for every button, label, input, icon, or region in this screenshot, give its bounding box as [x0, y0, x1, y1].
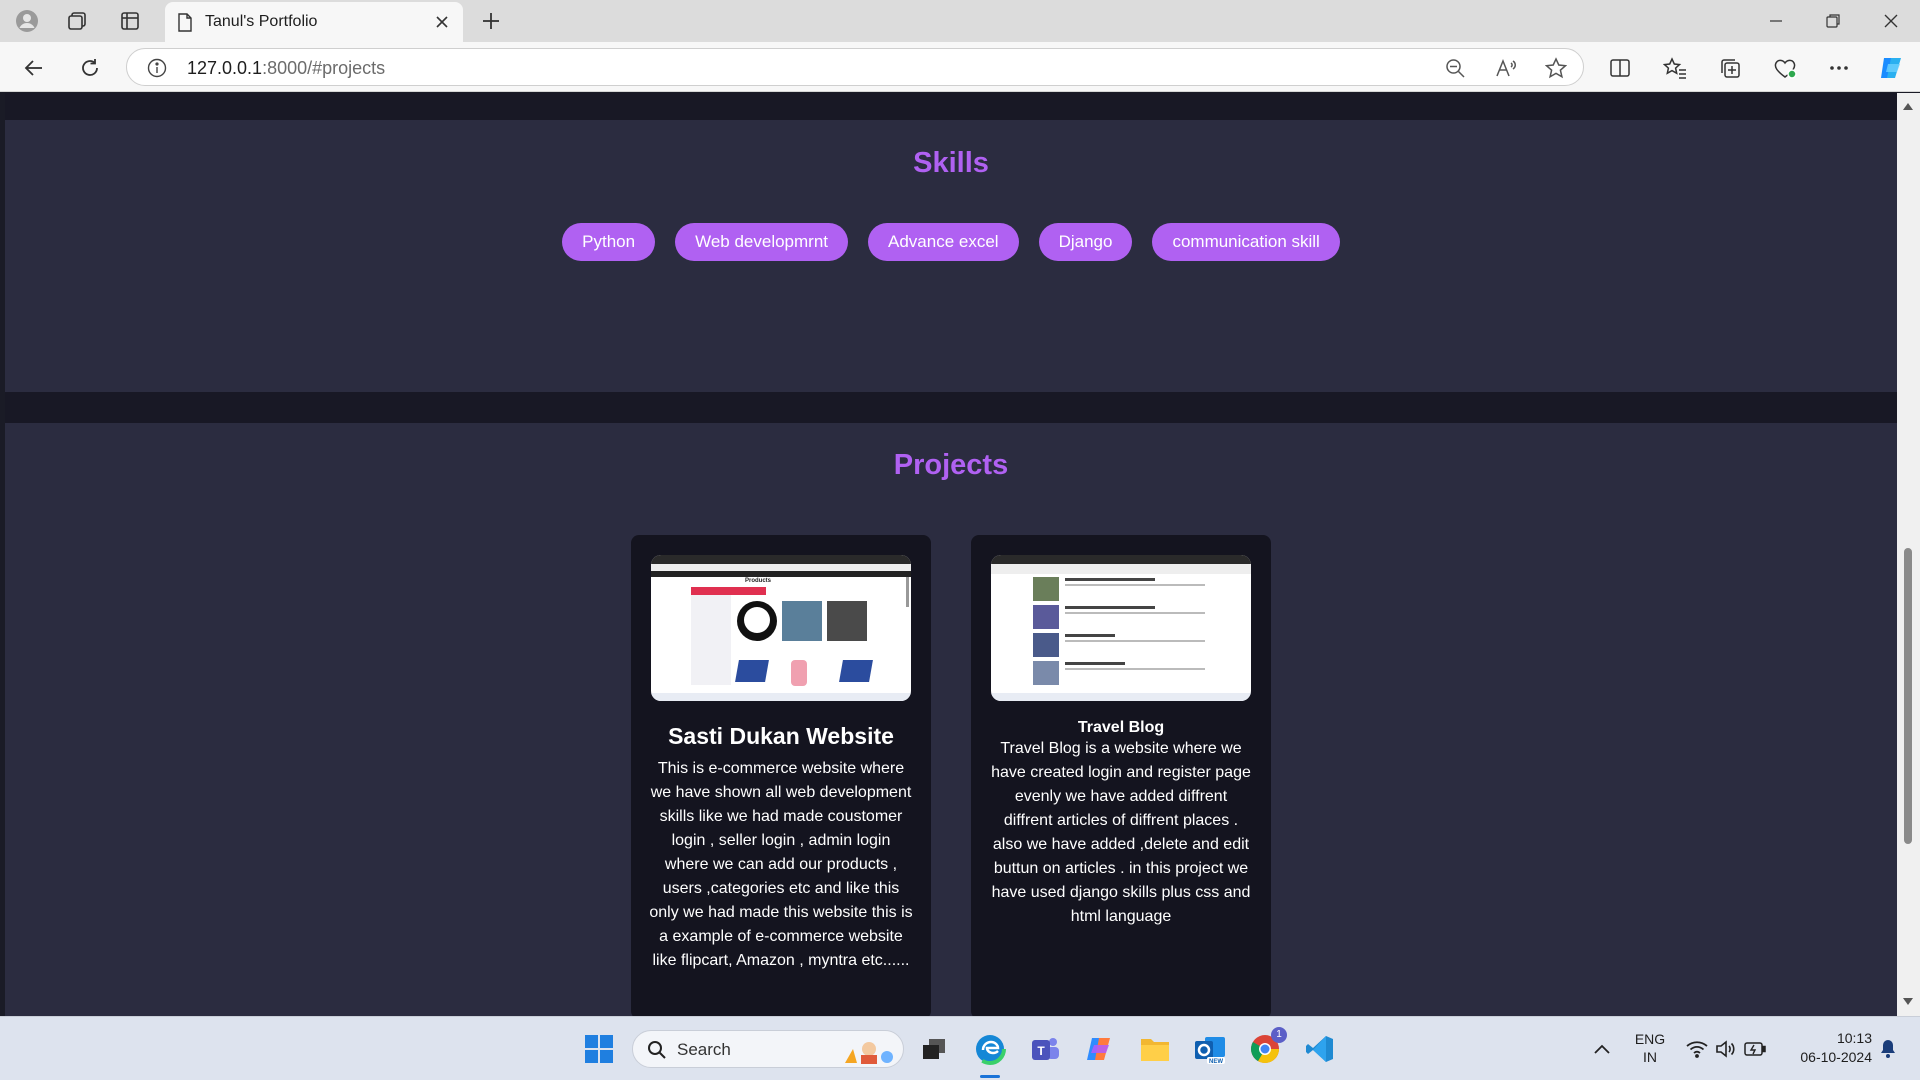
project-card: Travel Blog Travel Blog is a website whe… [971, 535, 1271, 1016]
copilot-icon[interactable] [1878, 54, 1906, 82]
svg-text:T: T [1037, 1044, 1045, 1058]
search-icon [647, 1040, 667, 1065]
search-highlight-illustration-icon [843, 1035, 895, 1070]
skill-tag: Advance excel [868, 223, 1019, 261]
task-view-icon[interactable] [916, 1031, 952, 1067]
split-screen-icon[interactable] [1606, 54, 1634, 82]
page-icon [177, 13, 193, 37]
tab-title: Tanul's Portfolio [205, 13, 318, 30]
battery-icon[interactable] [1737, 1031, 1773, 1067]
scroll-down-arrow[interactable] [1903, 998, 1913, 1005]
profile-icon[interactable] [14, 8, 40, 34]
close-window-button[interactable] [1873, 8, 1909, 34]
project-title: Travel Blog [1077, 719, 1165, 736]
site-info-icon[interactable] [147, 58, 167, 83]
new-tab-button[interactable] [478, 8, 504, 34]
refresh-button[interactable] [75, 53, 105, 83]
notification-badge: 1 [1271, 1027, 1287, 1043]
back-button[interactable] [19, 53, 49, 83]
skill-tag: communication skill [1152, 223, 1340, 261]
skill-tag: Web developmrnt [675, 223, 848, 261]
copilot-app-icon[interactable] [1082, 1031, 1118, 1067]
notification-bell-icon[interactable] [1870, 1031, 1906, 1067]
project-card: Products Sasti Dukan Website This is e-c… [631, 535, 931, 1016]
search-placeholder: Search [677, 1040, 731, 1059]
favorites-icon[interactable] [1661, 54, 1689, 82]
browser-tab-bar: Tanul's Portfolio [0, 0, 1920, 42]
more-options-icon[interactable] [1825, 54, 1853, 82]
scrollbar-thumb[interactable] [1904, 548, 1912, 844]
language-indicator[interactable]: ENG IN [1630, 1030, 1670, 1066]
browser-tab-active[interactable]: Tanul's Portfolio [165, 2, 463, 42]
project-screenshot-thumbnail [991, 555, 1251, 701]
show-hidden-icons-chevron-icon[interactable] [1584, 1031, 1620, 1067]
windows-taskbar: Search T NEW 1 ENG IN 10:13 06-10-2024 [0, 1016, 1920, 1080]
browser-toolbar: 127.0.0.1:8000/#projects [0, 42, 1920, 92]
read-aloud-icon[interactable] [1494, 56, 1518, 80]
teams-icon[interactable]: T [1027, 1031, 1063, 1067]
skill-tag: Python [562, 223, 656, 261]
workspaces-icon[interactable] [64, 8, 90, 34]
project-title: Sasti Dukan Website [668, 723, 894, 749]
vertical-tabs-icon[interactable] [117, 8, 143, 34]
address-bar[interactable]: 127.0.0.1:8000/#projects [126, 48, 1584, 86]
project-screenshot-thumbnail: Products [651, 555, 911, 701]
projects-heading: Projects [893, 449, 1009, 481]
edge-browser-icon[interactable] [972, 1031, 1008, 1067]
active-app-indicator [980, 1075, 1000, 1078]
project-description: This is e-commerce website where we have… [649, 760, 913, 969]
browser-essentials-icon[interactable] [1771, 54, 1799, 82]
page-scrollbar[interactable] [1897, 93, 1920, 1016]
collections-icon[interactable] [1716, 54, 1744, 82]
file-explorer-icon[interactable] [1137, 1031, 1173, 1067]
restore-button[interactable] [1815, 8, 1851, 34]
zoom-out-icon[interactable] [1443, 56, 1467, 80]
start-icon[interactable] [581, 1031, 617, 1067]
scroll-up-arrow[interactable] [1903, 103, 1913, 110]
project-description: Travel Blog is a website where we have c… [991, 740, 1251, 925]
skills-section: Skills Python Web developmrnt Advance ex… [5, 120, 1897, 392]
thumbnail-heading: Products [745, 578, 772, 584]
taskbar-search[interactable]: Search [632, 1030, 904, 1068]
page-viewport: Skills Python Web developmrnt Advance ex… [5, 93, 1897, 1016]
favorite-star-icon[interactable] [1544, 56, 1568, 80]
skill-tag: Django [1038, 223, 1133, 261]
skills-list: Python Web developmrnt Advance excel Dja… [5, 223, 1897, 261]
close-tab-icon[interactable] [431, 11, 453, 33]
clock[interactable]: 10:13 06-10-2024 [1776, 1029, 1872, 1067]
minimize-button[interactable] [1758, 8, 1794, 34]
outlook-icon[interactable]: NEW [1192, 1031, 1228, 1067]
vscode-icon[interactable] [1302, 1031, 1338, 1067]
projects-section: Projects Products Sasti Dukan Website Th… [5, 423, 1897, 1016]
url-text[interactable]: 127.0.0.1:8000/#projects [187, 58, 385, 79]
svg-text:NEW: NEW [1209, 1059, 1223, 1065]
skills-heading: Skills [913, 147, 989, 179]
chrome-icon[interactable]: 1 [1247, 1027, 1287, 1067]
